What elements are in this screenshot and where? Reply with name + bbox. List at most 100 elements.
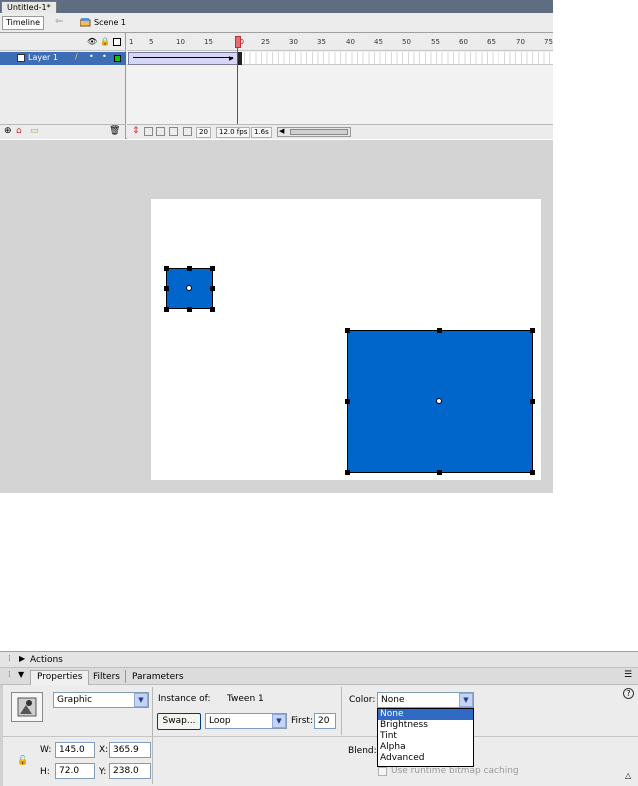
actions-label[interactable]: Actions	[30, 655, 63, 665]
transform-handle[interactable]	[530, 328, 535, 333]
transform-handle[interactable]	[530, 399, 535, 404]
timeline-button[interactable]: Timeline	[2, 16, 44, 30]
transform-handle[interactable]	[345, 470, 350, 475]
menu-item-alpha[interactable]: Alpha	[378, 742, 473, 753]
tab-divider	[125, 670, 126, 683]
visibility-dot-icon[interactable]: •	[89, 52, 94, 61]
transform-handle[interactable]	[210, 307, 215, 312]
transform-handle[interactable]	[345, 399, 350, 404]
frames-area[interactable]: 1 5 10 15 20 25 30 35 40 45 50 55 60 65 …	[127, 33, 553, 139]
divider	[152, 738, 153, 784]
chevron-down-icon[interactable]: ▼	[272, 714, 286, 728]
ruler-number: 25	[261, 38, 270, 46]
transform-handle[interactable]	[210, 286, 215, 291]
transform-handle[interactable]	[530, 470, 535, 475]
frame-rate[interactable]: 12.0 fps	[216, 127, 251, 138]
transform-handle[interactable]	[187, 266, 192, 271]
color-dropdown-menu: None Brightness Tint Alpha Advanced	[377, 708, 474, 767]
outline-color-icon[interactable]	[114, 55, 121, 62]
height-input[interactable]: 72.0	[55, 763, 95, 779]
cache-checkbox[interactable]	[378, 767, 387, 776]
lock-icon[interactable]: 🔓	[17, 756, 28, 766]
chevron-down-icon[interactable]: ▼	[459, 693, 473, 707]
modify-markers-icon[interactable]	[183, 127, 192, 136]
onion-outline-icon[interactable]	[156, 127, 165, 136]
stage[interactable]	[151, 199, 541, 480]
gripper-icon[interactable]: ⁞	[8, 670, 11, 680]
chevron-down-icon[interactable]: ▼	[134, 693, 148, 707]
scene-icon	[79, 17, 91, 27]
transform-handle[interactable]	[187, 307, 192, 312]
transform-handle[interactable]	[210, 266, 215, 271]
ruler-number: 60	[459, 38, 468, 46]
expand-arrow-icon[interactable]: ▶	[19, 654, 25, 663]
transform-handle[interactable]	[437, 470, 442, 475]
ruler-number: 55	[431, 38, 440, 46]
y-input[interactable]: 238.0	[109, 763, 151, 779]
back-arrow-icon[interactable]: ⇐	[55, 16, 63, 27]
tab-properties[interactable]: Properties	[30, 670, 90, 685]
swap-button[interactable]: Swap...	[157, 713, 201, 730]
symbol-type-icon	[11, 692, 43, 722]
add-layer-icon[interactable]: ⊕	[4, 126, 12, 136]
menu-item-advanced[interactable]: Advanced	[378, 753, 473, 764]
h-label: H:	[40, 767, 50, 777]
panel-menu-icon[interactable]: ☰	[624, 670, 632, 680]
divider	[341, 687, 342, 735]
ruler-number: 65	[487, 38, 496, 46]
collapse-panel-icon[interactable]: △	[625, 771, 631, 780]
registration-point[interactable]	[436, 398, 442, 404]
width-input[interactable]: 145.0	[55, 742, 95, 758]
gripper-icon[interactable]: ⁞	[8, 654, 11, 664]
playhead[interactable]	[235, 36, 241, 48]
collapse-arrow-icon[interactable]: ▼	[18, 670, 24, 679]
y-label: Y:	[99, 767, 107, 777]
add-guide-icon[interactable]: ⌂	[16, 126, 22, 136]
menu-item-none[interactable]: None	[378, 709, 473, 720]
tab-parameters[interactable]: Parameters	[132, 672, 184, 682]
layer-toolbar: ⊕ ⌂ ▭ 🗑	[0, 124, 126, 139]
onion-skin-icon[interactable]	[144, 127, 153, 136]
properties-panel: Graphic ▼ Instance of: Tween 1 Swap... L…	[0, 685, 638, 786]
center-frame-icon[interactable]: ⇕	[132, 126, 140, 136]
cache-label: Use runtime bitmap caching	[391, 766, 519, 776]
menu-item-brightness[interactable]: Brightness	[378, 720, 473, 731]
transform-handle[interactable]	[437, 328, 442, 333]
frame-ruler[interactable]: 1 5 10 15 20 25 30 35 40 45 50 55 60 65 …	[127, 33, 553, 51]
transform-handle[interactable]	[345, 328, 350, 333]
actions-panel-bar[interactable]: ⁞ ▶ Actions	[0, 651, 638, 668]
lock-dot-icon[interactable]: •	[102, 52, 107, 61]
delete-layer-icon[interactable]: 🗑	[109, 126, 120, 136]
layer-column: 👁 🔒 Layer 1 / • • ⊕ ⌂ ▭ 🗑	[0, 33, 126, 139]
outline-icon[interactable]	[113, 38, 121, 46]
ruler-number: 30	[289, 38, 298, 46]
add-folder-icon[interactable]: ▭	[30, 126, 39, 136]
work-area[interactable]	[0, 140, 553, 493]
scroll-thumb[interactable]	[290, 129, 348, 135]
eye-icon[interactable]: 👁	[87, 37, 97, 46]
transform-handle[interactable]	[164, 266, 169, 271]
layer-row[interactable]: Layer 1 / • •	[0, 52, 126, 65]
menu-item-tint[interactable]: Tint	[378, 731, 473, 742]
document-tab[interactable]: Untitled-1*	[1, 1, 57, 13]
x-input[interactable]: 365.9	[109, 742, 151, 758]
tab-filters[interactable]: Filters	[93, 672, 120, 682]
edit-bar: Timeline ⇐ Scene 1	[0, 13, 553, 33]
timeline-scrollbar[interactable]: ◀	[277, 127, 351, 137]
scroll-left-icon[interactable]: ◀	[279, 127, 284, 135]
help-icon[interactable]: ?	[623, 688, 634, 699]
ruler-number: 15	[204, 38, 213, 46]
registration-point[interactable]	[186, 285, 192, 291]
x-label: X:	[99, 745, 109, 755]
layer-name[interactable]: Layer 1	[28, 53, 58, 62]
ruler-number: 45	[374, 38, 383, 46]
edit-multiple-frames-icon[interactable]	[169, 127, 178, 136]
first-frame-input[interactable]: 20	[314, 713, 336, 729]
motion-tween-span[interactable]	[128, 52, 238, 65]
lock-icon[interactable]: 🔒	[100, 37, 110, 46]
color-label: Color:	[349, 695, 376, 705]
transform-handle[interactable]	[164, 286, 169, 291]
instance-name: Tween 1	[227, 694, 264, 704]
transform-handle[interactable]	[164, 307, 169, 312]
scene-label[interactable]: Scene 1	[94, 18, 126, 27]
